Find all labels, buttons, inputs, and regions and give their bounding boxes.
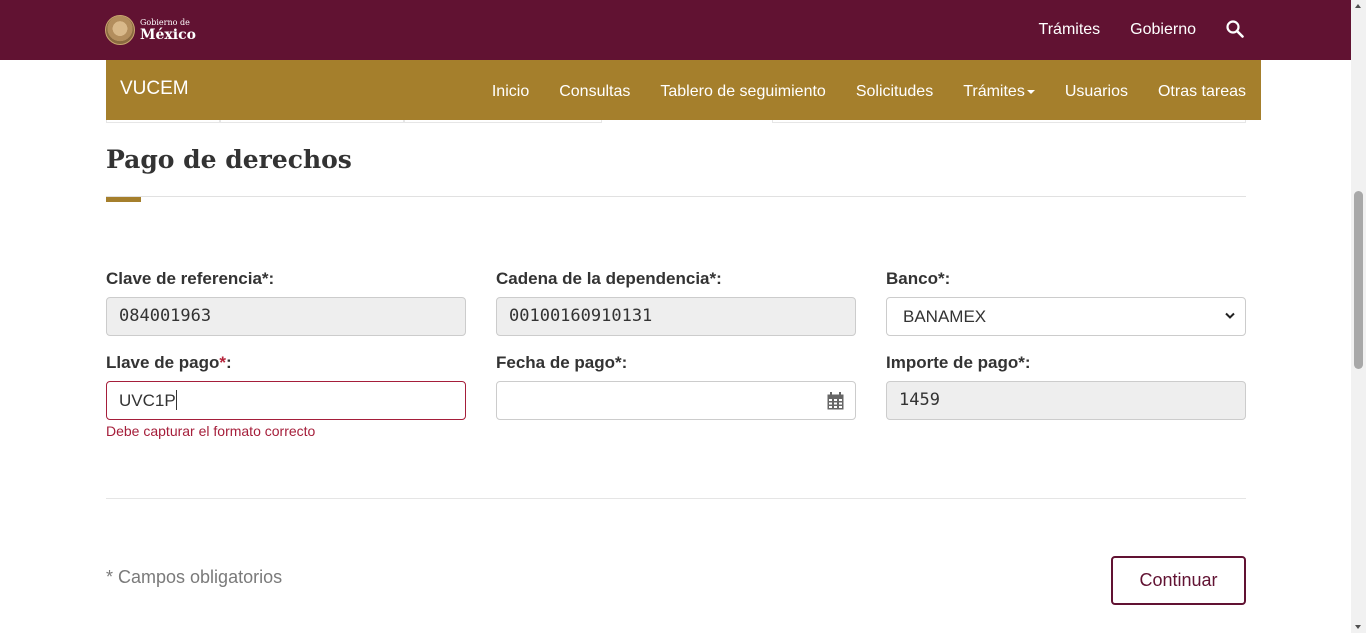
national-seal-icon: [105, 15, 135, 45]
clave-referencia-input[interactable]: 084001963: [106, 297, 466, 336]
vucem-brand[interactable]: VUCEM: [120, 78, 189, 100]
cadena-dependencia-label: Cadena de la dependencia*:: [496, 269, 722, 288]
title-divider: [106, 196, 1246, 197]
vucem-navbar: VUCEM Inicio Consultas Tablero de seguim…: [106, 60, 1261, 120]
required-fields-note: * Campos obligatorios: [106, 567, 283, 587]
tab-strip-remnant: [106, 120, 1246, 123]
gov-links: Trámites Gobierno: [1039, 0, 1351, 60]
llave-pago-error: Debe capturar el formato correcto: [106, 423, 316, 439]
importe-pago-group: Importe de pago*: 1459: [886, 352, 1246, 420]
form-divider: [106, 498, 1246, 499]
search-icon[interactable]: [1226, 20, 1246, 40]
llave-pago-input[interactable]: UVC1P: [106, 381, 466, 420]
calendar-icon[interactable]: [827, 392, 844, 410]
scroll-down-icon[interactable]: [1355, 625, 1361, 629]
gobierno-logo[interactable]: Gobierno de México: [105, 14, 196, 46]
continue-button[interactable]: Continuar: [1111, 556, 1246, 605]
logo-small-text: Gobierno de: [140, 17, 190, 27]
nav-item-consultas[interactable]: Consultas: [559, 79, 630, 101]
scroll-up-icon[interactable]: [1355, 4, 1361, 8]
importe-pago-label: Importe de pago*:: [886, 353, 1031, 372]
nav-item-tramites-label: Trámites: [963, 83, 1025, 100]
cadena-dependencia-input[interactable]: 00100160910131: [496, 297, 856, 336]
fecha-pago-label: Fecha de pago*:: [496, 353, 628, 372]
subnav-menu: Inicio Consultas Tablero de seguimiento …: [462, 60, 1246, 120]
text-cursor: [175, 390, 177, 410]
chevron-down-icon: [1225, 312, 1235, 319]
nav-item-otras-tareas[interactable]: Otras tareas: [1158, 79, 1246, 101]
banco-group: Banco*: BANAMEX: [886, 268, 1246, 336]
fecha-pago-group: Fecha de pago*:: [496, 352, 856, 420]
llave-pago-label: Llave de pago*:: [106, 353, 232, 372]
page-scrollbar[interactable]: [1351, 0, 1366, 633]
page-title: Pago de derechos: [106, 145, 352, 174]
clave-referencia-label: Clave de referencia*:: [106, 269, 275, 288]
importe-pago-input[interactable]: 1459: [886, 381, 1246, 420]
nav-item-tramites[interactable]: Trámites: [963, 79, 1035, 101]
nav-item-solicitudes[interactable]: Solicitudes: [856, 79, 933, 101]
banco-select[interactable]: BANAMEX: [886, 297, 1246, 336]
nav-item-tablero[interactable]: Tablero de seguimiento: [660, 79, 825, 101]
gov-header: Gobierno de México Trámites Gobierno: [0, 0, 1351, 60]
llave-pago-value: UVC1P: [119, 391, 176, 410]
title-accent-bar: [106, 197, 141, 202]
required-asterisk: *: [219, 353, 226, 372]
gov-link-tramites[interactable]: Trámites: [1039, 21, 1101, 39]
caret-down-icon: [1026, 89, 1035, 94]
nav-item-usuarios[interactable]: Usuarios: [1065, 79, 1128, 101]
clave-referencia-group: Clave de referencia*: 084001963: [106, 268, 466, 336]
logo-big-text: México: [140, 26, 196, 43]
nav-item-inicio[interactable]: Inicio: [492, 79, 529, 101]
banco-selected-value: BANAMEX: [903, 307, 987, 326]
banco-label: Banco*:: [886, 269, 951, 288]
llave-pago-group: Llave de pago*: UVC1P Debe capturar el f…: [106, 352, 466, 439]
cadena-dependencia-group: Cadena de la dependencia*: 0010016091013…: [496, 268, 856, 336]
fecha-pago-input[interactable]: [496, 381, 856, 420]
scrollbar-thumb[interactable]: [1354, 191, 1363, 369]
gov-link-gobierno[interactable]: Gobierno: [1130, 21, 1196, 39]
